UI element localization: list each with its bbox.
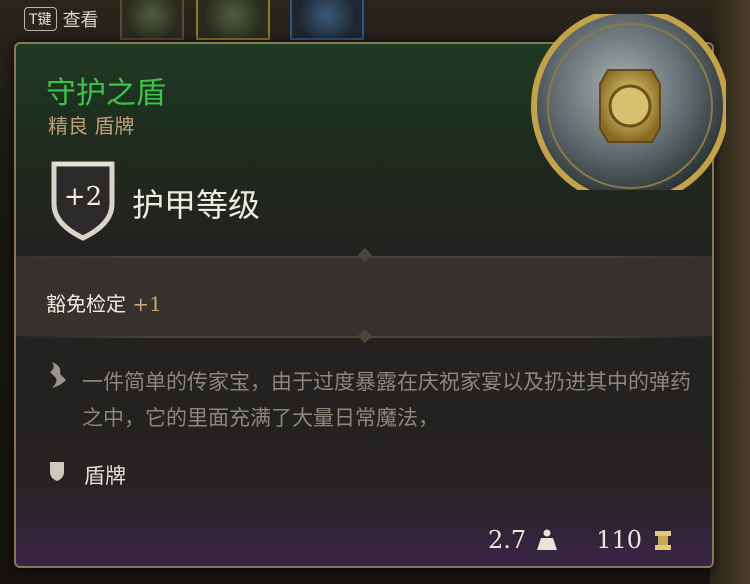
gold-icon (655, 531, 671, 550)
quill-icon (50, 362, 66, 388)
item-stats-footer: 2.7 110 (488, 526, 674, 554)
item-type: 盾牌 (84, 464, 126, 488)
saving-throw-label: 豁免检定 (46, 292, 126, 316)
saving-throw-value: +1 (132, 292, 162, 316)
inventory-slot[interactable] (196, 0, 270, 40)
saving-throw: 豁免检定 +1 (46, 288, 162, 317)
examine-hint[interactable]: T键 查看 (24, 6, 99, 32)
key-badge: T键 (24, 7, 57, 31)
weight-icon (537, 529, 558, 550)
armor-class-badge: +2 (48, 158, 118, 242)
weight-value: 2.7 (488, 526, 527, 554)
armor-class-label: 护甲等级 (132, 186, 261, 224)
inventory-slot[interactable] (120, 0, 184, 40)
gold-value: 110 (596, 526, 642, 554)
examine-label: 查看 (62, 10, 99, 31)
shield-type-icon (50, 462, 64, 481)
item-description: 一件简单的传家宝，由于过度暴露在庆祝家宴以及扔进其中的弹药之中，它的里面充满了大… (82, 370, 691, 430)
item-rarity-type: 精良 盾牌 (48, 114, 135, 138)
inventory-slot[interactable] (290, 0, 364, 40)
armor-class-value: +2 (63, 182, 103, 212)
item-name: 守护之盾 (46, 76, 166, 111)
item-shield-image (531, 14, 726, 190)
